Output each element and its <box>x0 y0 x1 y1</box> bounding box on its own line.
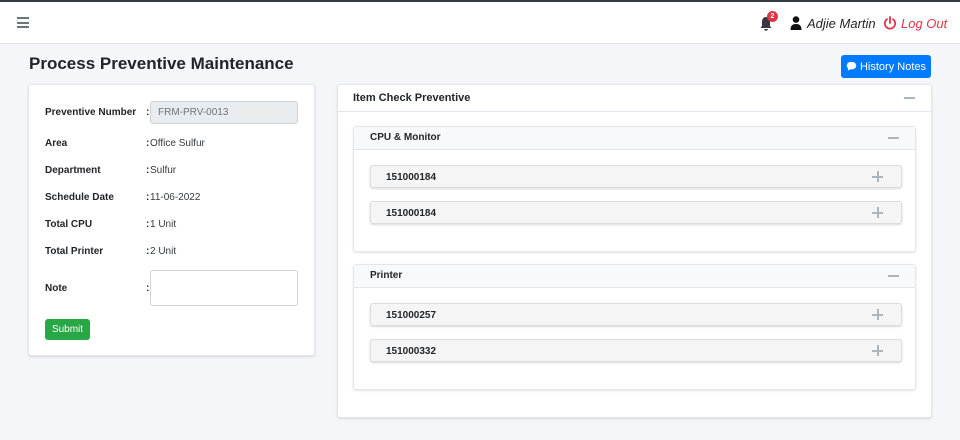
note-textarea[interactable] <box>150 270 298 306</box>
item-check-card: Item Check Preventive CPU & Monitor 1510… <box>337 84 932 418</box>
item-label: 151000332 <box>386 346 437 357</box>
group-title: CPU & Monitor <box>370 132 441 143</box>
history-notes-button[interactable]: History Notes <box>841 55 931 78</box>
list-item[interactable]: 151000332 <box>370 339 902 362</box>
note-label: Note <box>45 283 68 294</box>
collapse-icon[interactable] <box>888 137 899 139</box>
list-item[interactable]: 151000257 <box>370 303 902 326</box>
preventive-number-field[interactable]: FRM-PRV-0013 <box>150 101 298 124</box>
group-printer: Printer 151000257 151000332 <box>353 264 916 390</box>
expand-icon[interactable] <box>872 171 883 182</box>
area-label: Area <box>45 138 68 149</box>
logout-link[interactable]: Log Out <box>901 16 947 31</box>
colon: : <box>146 246 150 257</box>
collapse-icon[interactable] <box>888 275 899 277</box>
group-header: Printer <box>354 265 915 288</box>
history-notes-label: History Notes <box>859 60 927 73</box>
user-name[interactable]: Adjie Martin <box>807 16 876 31</box>
expand-icon[interactable] <box>872 309 883 320</box>
collapse-icon[interactable] <box>904 97 915 99</box>
group-title: Printer <box>370 270 403 281</box>
area-value: Office Sulfur <box>150 138 205 149</box>
item-label: 151000184 <box>386 208 437 219</box>
notification-badge: 2 <box>767 11 778 22</box>
colon: : <box>146 165 150 176</box>
colon: : <box>146 138 150 149</box>
preventive-number-label: Preventive Number <box>45 107 137 118</box>
page-title: Process Preventive Maintenance <box>29 54 294 73</box>
total-printer-value: 2 Unit <box>150 246 177 257</box>
item-label: 151000184 <box>386 172 437 183</box>
comment-icon <box>846 61 857 71</box>
colon: : <box>146 107 150 118</box>
top-navbar: 2 Adjie Martin Log Out <box>0 0 960 44</box>
total-cpu-label: Total CPU <box>45 219 93 230</box>
maintenance-form-card: Preventive Number : FRM-PRV-0013 Area : … <box>28 84 315 356</box>
list-item[interactable]: 151000184 <box>370 201 902 224</box>
expand-icon[interactable] <box>872 207 883 218</box>
submit-button[interactable]: Submit <box>45 319 90 340</box>
menu-icon[interactable] <box>17 17 29 28</box>
item-check-header: Item Check Preventive <box>338 85 931 112</box>
schedule-date-label: Schedule Date <box>45 192 114 203</box>
list-item[interactable]: 151000184 <box>370 165 902 188</box>
total-cpu-value: 1 Unit <box>150 219 177 230</box>
total-printer-label: Total Printer <box>45 246 104 257</box>
department-label: Department <box>45 165 101 176</box>
colon: : <box>146 283 150 294</box>
schedule-date-value: 11-06-2022 <box>150 192 201 203</box>
item-label: 151000257 <box>386 310 437 321</box>
item-check-title: Item Check Preventive <box>353 92 471 104</box>
power-icon[interactable] <box>883 16 897 30</box>
group-header: CPU & Monitor <box>354 127 915 150</box>
department-value: Sulfur <box>150 165 177 176</box>
colon: : <box>146 192 150 203</box>
group-cpu-monitor: CPU & Monitor 151000184 151000184 <box>353 126 916 252</box>
colon: : <box>146 219 150 230</box>
expand-icon[interactable] <box>872 345 883 356</box>
user-icon <box>790 16 802 30</box>
